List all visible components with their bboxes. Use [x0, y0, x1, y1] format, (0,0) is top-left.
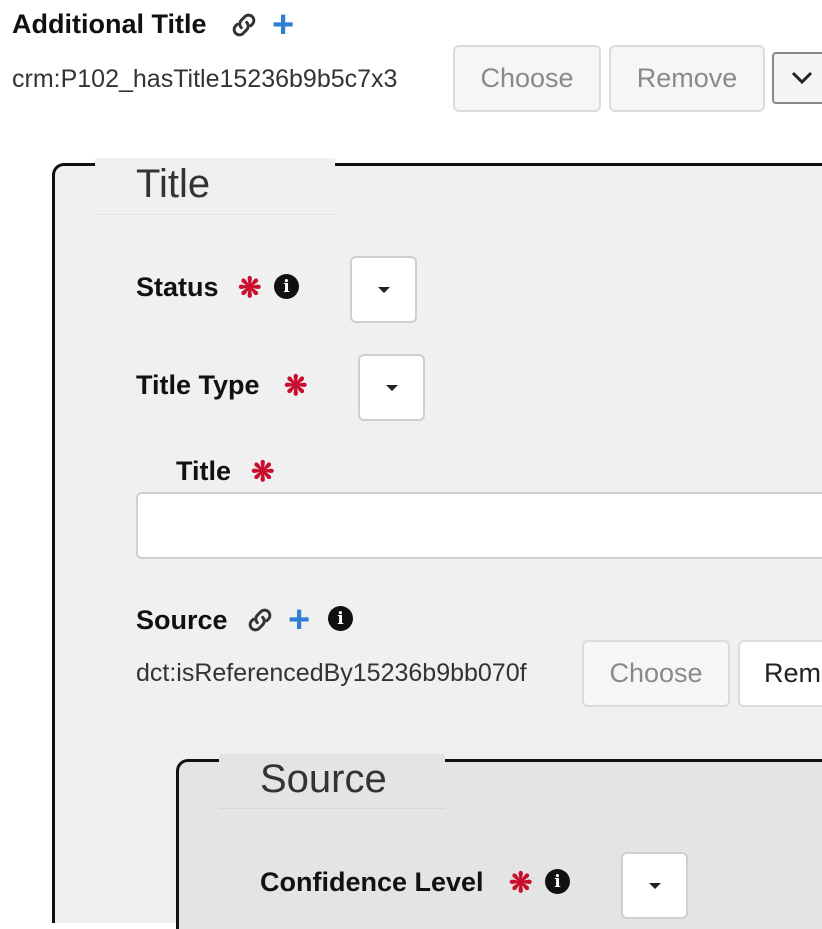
status-info-icon[interactable]: i	[274, 274, 299, 299]
source-label: Source	[136, 605, 228, 635]
additional-title-identifier: crm:P102_hasTitle15236b9b5c7x3	[12, 65, 398, 93]
status-label: Status	[136, 272, 219, 302]
source-legend: Source	[260, 757, 387, 801]
title-input[interactable]	[136, 492, 822, 559]
collapse-toggle-button[interactable]	[772, 52, 822, 104]
chevron-down-icon	[791, 71, 813, 85]
add-source-icon[interactable]: +	[288, 601, 310, 639]
title-type-required-icon: ❋	[284, 370, 308, 401]
title-legend: Title	[136, 162, 211, 206]
caret-down-icon	[377, 286, 390, 293]
caret-down-icon	[648, 882, 661, 889]
source-identifier: dct:isReferencedBy15236b9bb070f	[136, 659, 527, 687]
title-field-required-icon: ❋	[251, 456, 275, 487]
additional-title-remove-button[interactable]: Remove	[609, 45, 765, 112]
caret-down-icon	[385, 384, 398, 391]
confidence-level-dropdown[interactable]	[621, 852, 688, 919]
source-info-icon[interactable]: i	[328, 606, 353, 631]
additional-title-choose-button[interactable]: Choose	[453, 45, 601, 112]
confidence-level-required-icon: ❋	[509, 867, 533, 898]
confidence-level-info-icon[interactable]: i	[545, 869, 570, 894]
link-icon[interactable]	[228, 9, 260, 41]
title-field-label: Title	[176, 456, 232, 486]
status-required-icon: ❋	[238, 272, 262, 303]
source-choose-button[interactable]: Choose	[582, 640, 730, 707]
additional-title-label: Additional Title	[12, 9, 207, 39]
title-legend-box	[95, 158, 335, 215]
link-icon[interactable]	[244, 604, 276, 636]
title-type-label: Title Type	[136, 370, 260, 400]
confidence-level-label: Confidence Level	[260, 867, 484, 897]
add-icon[interactable]: +	[272, 6, 294, 44]
source-remove-button[interactable]: Rem	[738, 640, 822, 707]
title-type-dropdown[interactable]	[358, 354, 425, 421]
status-dropdown[interactable]	[350, 256, 417, 323]
